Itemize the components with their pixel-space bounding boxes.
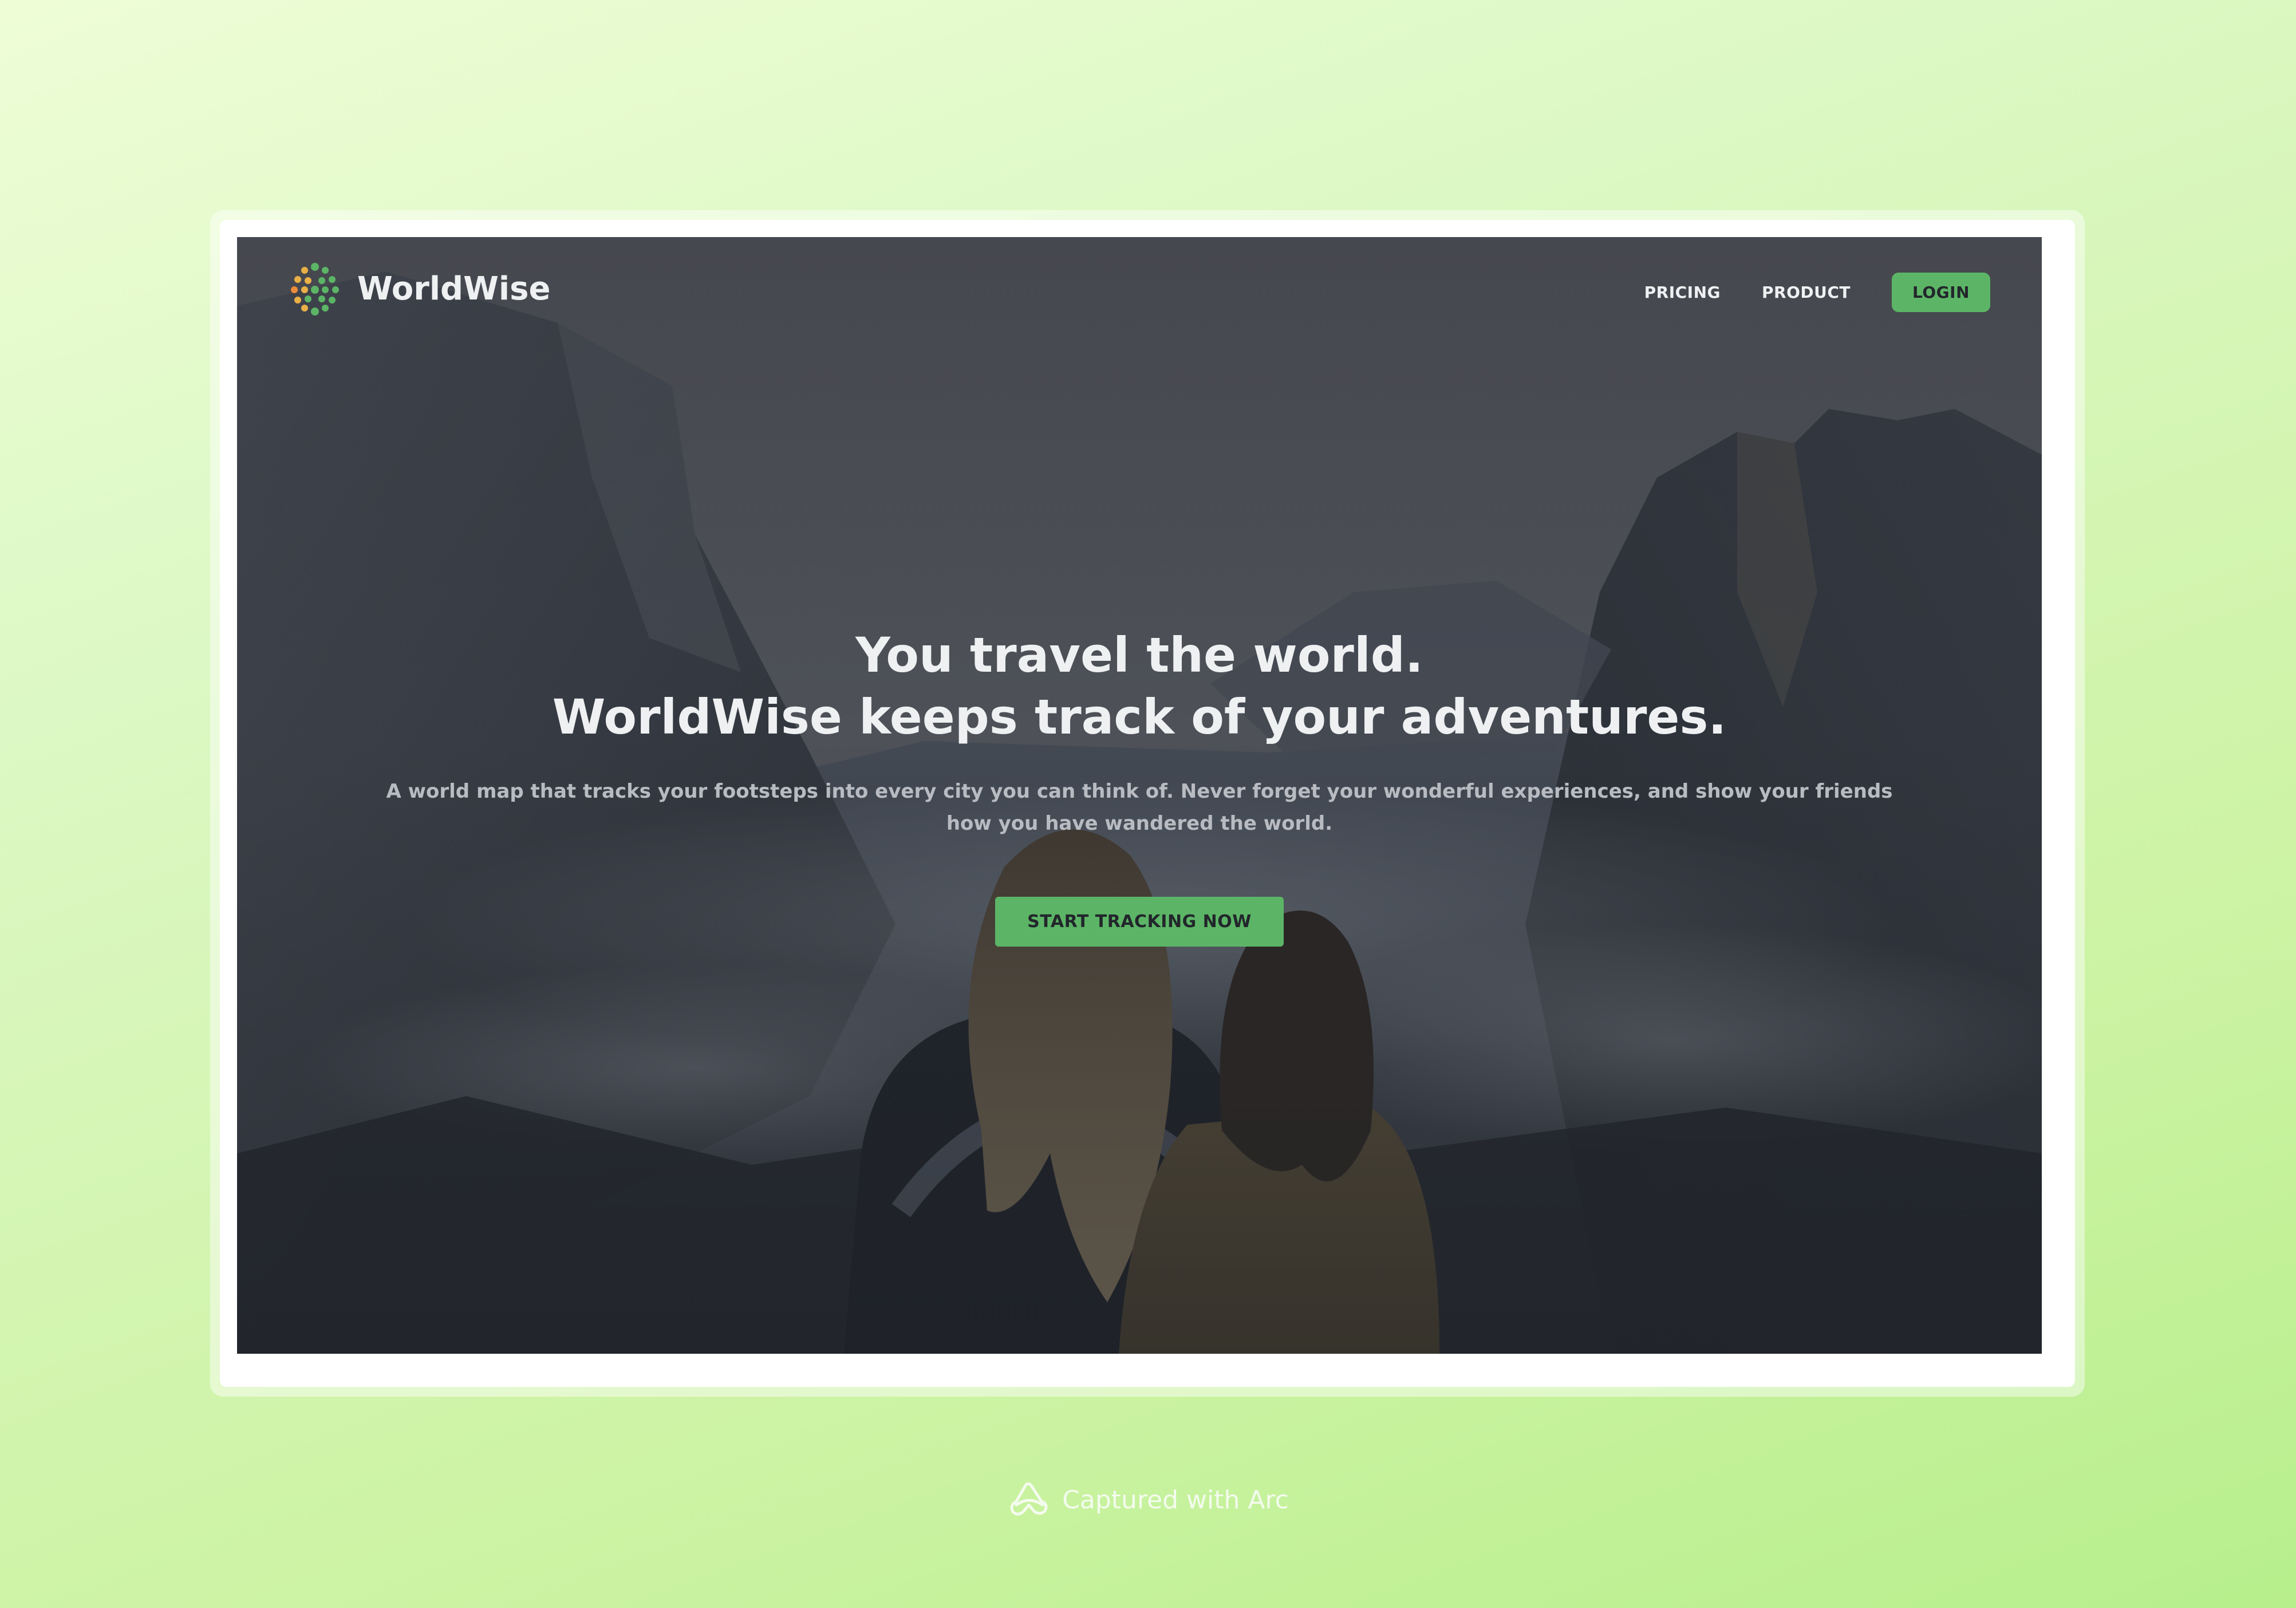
brand-name: WorldWise: [357, 270, 551, 308]
start-tracking-button[interactable]: START TRACKING NOW: [995, 897, 1284, 947]
hero-subtext: A world map that tracks your footsteps i…: [386, 780, 1893, 835]
login-button[interactable]: LOGIN: [1892, 273, 1990, 312]
worldwise-globe-icon: [291, 263, 339, 316]
nav-link-pricing[interactable]: PRICING: [1644, 283, 1721, 302]
hero-section: You travel the world. WorldWise keeps tr…: [237, 624, 2042, 947]
capture-caption-text: Captured with Arc: [1062, 1485, 1289, 1515]
hero-headline-line-1: You travel the world.: [855, 627, 1423, 683]
hero-headline: You travel the world. WorldWise keeps tr…: [237, 624, 2042, 748]
browser-page: WorldWise PRICING PRODUCT LOGIN You trav…: [237, 237, 2042, 1354]
nav-links: PRICING PRODUCT LOGIN: [1644, 273, 1990, 312]
hero-headline-line-2: WorldWise keeps track of your adventures…: [552, 689, 1727, 745]
top-navigation: WorldWise PRICING PRODUCT LOGIN: [237, 237, 2042, 346]
brand-logo[interactable]: WorldWise: [287, 261, 550, 316]
capture-caption: Captured with Arc: [0, 1482, 2296, 1518]
nav-link-product[interactable]: PRODUCT: [1762, 283, 1851, 302]
screenshot-frame: WorldWise PRICING PRODUCT LOGIN You trav…: [211, 211, 2084, 1396]
arc-browser-icon: [1010, 1482, 1048, 1516]
